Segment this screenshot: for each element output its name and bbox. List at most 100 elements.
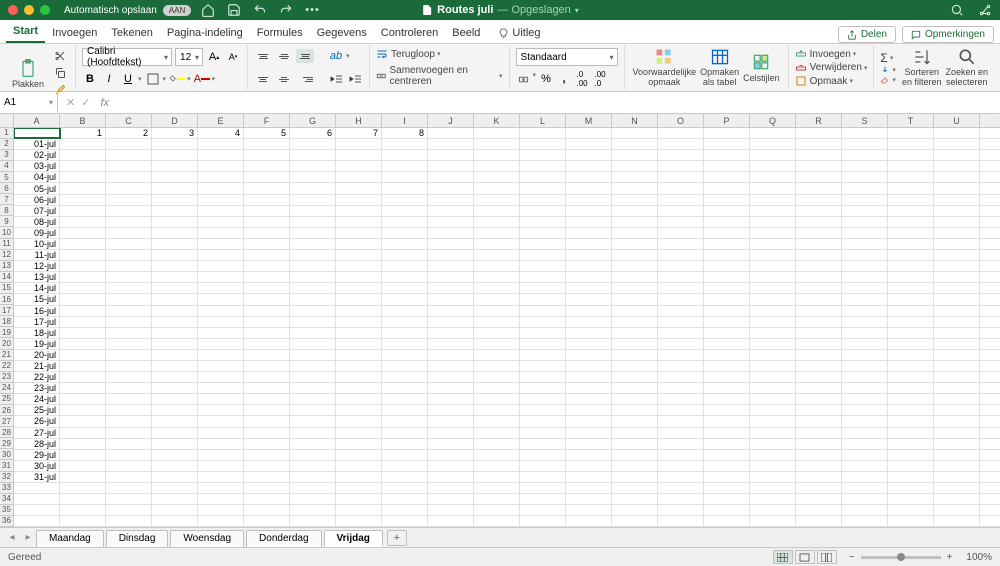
add-sheet-button[interactable]: +: [387, 530, 407, 546]
cell[interactable]: [290, 161, 336, 171]
cell[interactable]: [106, 317, 152, 327]
cell[interactable]: [152, 516, 198, 526]
cell[interactable]: [980, 416, 1000, 426]
cell[interactable]: [106, 139, 152, 149]
cell[interactable]: [612, 239, 658, 249]
cell[interactable]: [382, 183, 428, 193]
cell[interactable]: [520, 428, 566, 438]
cell[interactable]: [658, 405, 704, 415]
cell[interactable]: [750, 361, 796, 371]
cell[interactable]: [106, 461, 152, 471]
cell[interactable]: [796, 394, 842, 404]
cell[interactable]: [980, 383, 1000, 393]
cell[interactable]: [612, 139, 658, 149]
cell[interactable]: [980, 505, 1000, 515]
column-header-G[interactable]: G: [290, 114, 336, 127]
cell[interactable]: [336, 350, 382, 360]
cell[interactable]: [244, 339, 290, 349]
cell[interactable]: [474, 450, 520, 460]
cell[interactable]: [244, 150, 290, 160]
cell[interactable]: [428, 228, 474, 238]
cell[interactable]: [980, 294, 1000, 304]
cell[interactable]: [382, 483, 428, 493]
cell[interactable]: [888, 405, 934, 415]
cell[interactable]: [520, 494, 566, 504]
cell[interactable]: [888, 505, 934, 515]
cell[interactable]: [106, 416, 152, 426]
cell[interactable]: [198, 461, 244, 471]
cell[interactable]: [520, 128, 566, 138]
more-icon[interactable]: •••: [305, 4, 320, 16]
cell[interactable]: [566, 494, 612, 504]
cell[interactable]: [934, 416, 980, 426]
cell[interactable]: [428, 428, 474, 438]
cell[interactable]: [566, 250, 612, 260]
cell[interactable]: [290, 250, 336, 260]
cell[interactable]: [612, 505, 658, 515]
cell[interactable]: [520, 206, 566, 216]
cell[interactable]: [474, 172, 520, 182]
cell[interactable]: [796, 206, 842, 216]
cell[interactable]: [290, 172, 336, 182]
cell[interactable]: [566, 461, 612, 471]
cell[interactable]: [750, 350, 796, 360]
cell[interactable]: [106, 405, 152, 415]
cell[interactable]: [888, 283, 934, 293]
cell[interactable]: [244, 139, 290, 149]
cell[interactable]: [290, 261, 336, 271]
tab-controleren[interactable]: Controleren: [374, 23, 445, 43]
cell[interactable]: [658, 361, 704, 371]
cell[interactable]: 26-jul: [14, 416, 60, 426]
cell[interactable]: [842, 183, 888, 193]
cell[interactable]: [152, 317, 198, 327]
cell[interactable]: [290, 139, 336, 149]
cell[interactable]: [290, 416, 336, 426]
cell[interactable]: 02-jul: [14, 150, 60, 160]
cell[interactable]: [934, 150, 980, 160]
cell[interactable]: [934, 350, 980, 360]
cell[interactable]: [474, 483, 520, 493]
cell[interactable]: [60, 228, 106, 238]
cell[interactable]: [658, 350, 704, 360]
insert-cells-button[interactable]: Invoegen▾: [795, 48, 868, 60]
cell[interactable]: [152, 372, 198, 382]
cell[interactable]: 19-jul: [14, 339, 60, 349]
cell[interactable]: [474, 195, 520, 205]
cell[interactable]: [704, 450, 750, 460]
cell[interactable]: [566, 306, 612, 316]
cell[interactable]: [60, 206, 106, 216]
cell[interactable]: [152, 405, 198, 415]
cell[interactable]: [980, 228, 1000, 238]
cell[interactable]: [842, 328, 888, 338]
cell[interactable]: [796, 183, 842, 193]
cell[interactable]: [336, 439, 382, 449]
cell[interactable]: [934, 272, 980, 282]
cell[interactable]: 15-jul: [14, 294, 60, 304]
cell[interactable]: [750, 450, 796, 460]
cell[interactable]: [612, 283, 658, 293]
cell[interactable]: 25-jul: [14, 405, 60, 415]
delete-cells-button[interactable]: Verwijderen▾: [795, 62, 868, 74]
cell[interactable]: [612, 361, 658, 371]
row-header-8[interactable]: 8: [0, 205, 13, 216]
cell[interactable]: [566, 472, 612, 482]
row-header-1[interactable]: 1: [0, 128, 13, 139]
cell[interactable]: [796, 283, 842, 293]
cell[interactable]: [888, 483, 934, 493]
comma-button[interactable]: ,: [556, 71, 572, 87]
cell[interactable]: [106, 383, 152, 393]
cell[interactable]: [428, 483, 474, 493]
cell[interactable]: [106, 361, 152, 371]
cell[interactable]: [198, 394, 244, 404]
cell[interactable]: [796, 317, 842, 327]
cell[interactable]: [520, 416, 566, 426]
cell[interactable]: [658, 372, 704, 382]
cell[interactable]: [888, 339, 934, 349]
column-header-S[interactable]: S: [842, 114, 888, 127]
column-header-V[interactable]: V: [980, 114, 1000, 127]
row-header-10[interactable]: 10: [0, 227, 13, 238]
cell[interactable]: [428, 239, 474, 249]
increase-font-button[interactable]: A▴: [206, 49, 222, 65]
cell[interactable]: [750, 405, 796, 415]
cell[interactable]: [566, 416, 612, 426]
